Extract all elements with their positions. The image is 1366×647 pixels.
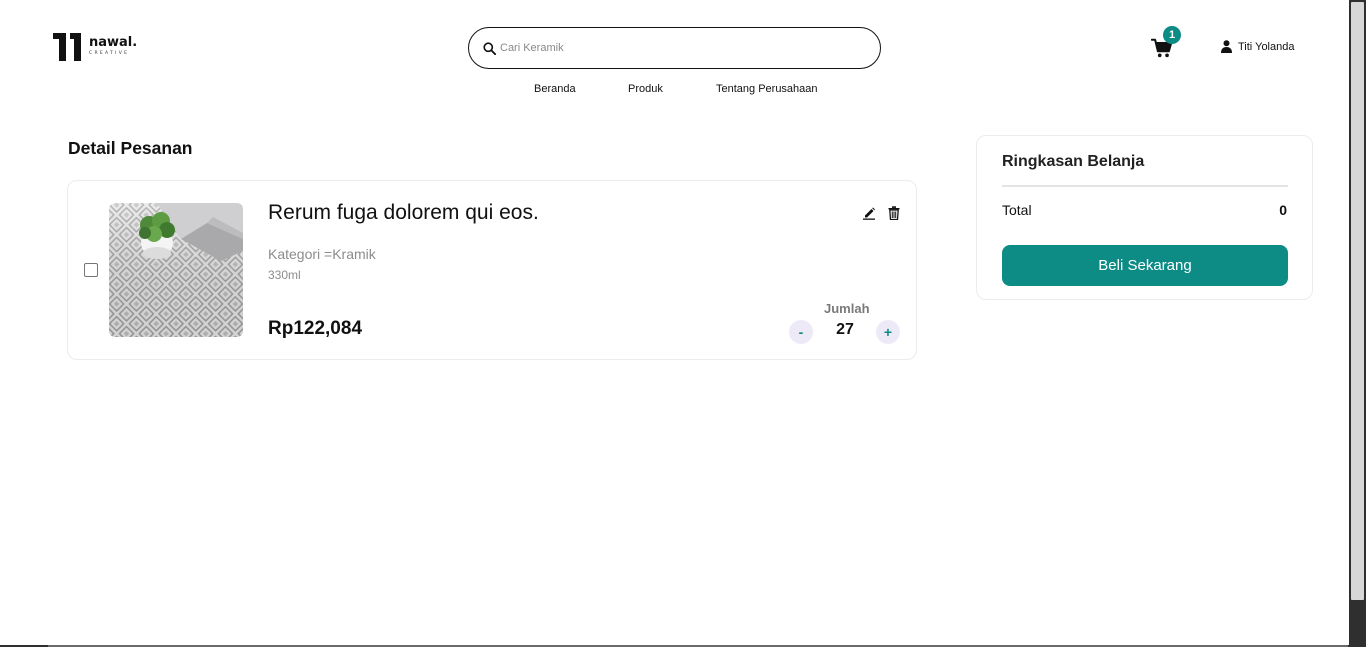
brand-name: nawal. — [89, 35, 138, 50]
search-bar[interactable] — [468, 27, 881, 69]
nav-link-produk[interactable]: Produk — [628, 83, 663, 95]
summary-title: Ringkasan Belanja — [1002, 153, 1145, 170]
quantity-value: 27 — [836, 321, 854, 338]
total-label: Total — [1002, 202, 1032, 218]
product-size: 330ml — [268, 268, 301, 282]
total-value: 0 — [1279, 202, 1287, 218]
product-name: Rerum fuga dolorem qui eos. — [268, 201, 539, 224]
quantity-increase-button[interactable]: + — [876, 320, 900, 344]
edit-icon[interactable] — [862, 206, 876, 220]
user-name: Titi Yolanda — [1238, 40, 1295, 53]
user-menu[interactable]: Titi Yolanda — [1221, 40, 1294, 53]
nav-link-tentang-perusahaan[interactable]: Tentang Perusahaan — [716, 83, 818, 95]
cart-item-card: Rerum fuga dolorem qui eos. Kategori =Kr… — [67, 180, 917, 360]
product-category: Kategori =Kramik — [268, 246, 376, 262]
vertical-scrollbar[interactable] — [1349, 0, 1366, 647]
user-icon — [1221, 40, 1232, 53]
cart-count-badge: 1 — [1163, 26, 1181, 44]
item-select-checkbox[interactable] — [84, 263, 98, 277]
scrollbar-thumb[interactable] — [1351, 2, 1364, 600]
shopping-summary-card: Ringkasan Belanja Total 0 Beli Sekarang — [976, 135, 1313, 300]
product-price: Rp122,084 — [268, 318, 363, 339]
quantity-label: Jumlah — [824, 301, 870, 316]
brand-tagline: CREATIVE — [89, 51, 130, 56]
product-image — [109, 203, 243, 337]
order-detail-title: Detail Pesanan — [68, 138, 193, 158]
trash-icon[interactable] — [888, 206, 900, 220]
quantity-decrease-button[interactable]: - — [789, 320, 813, 344]
search-input[interactable] — [500, 42, 860, 54]
buy-now-button[interactable]: Beli Sekarang — [1002, 245, 1288, 286]
logo-mark-icon — [53, 32, 87, 62]
brand-logo[interactable]: nawal. CREATIVE — [53, 32, 143, 64]
summary-divider — [1002, 185, 1288, 187]
nav-link-beranda[interactable]: Beranda — [534, 83, 576, 95]
page: nawal. CREATIVE Beranda Produk Tentang P… — [0, 0, 1349, 645]
search-icon — [483, 41, 496, 55]
